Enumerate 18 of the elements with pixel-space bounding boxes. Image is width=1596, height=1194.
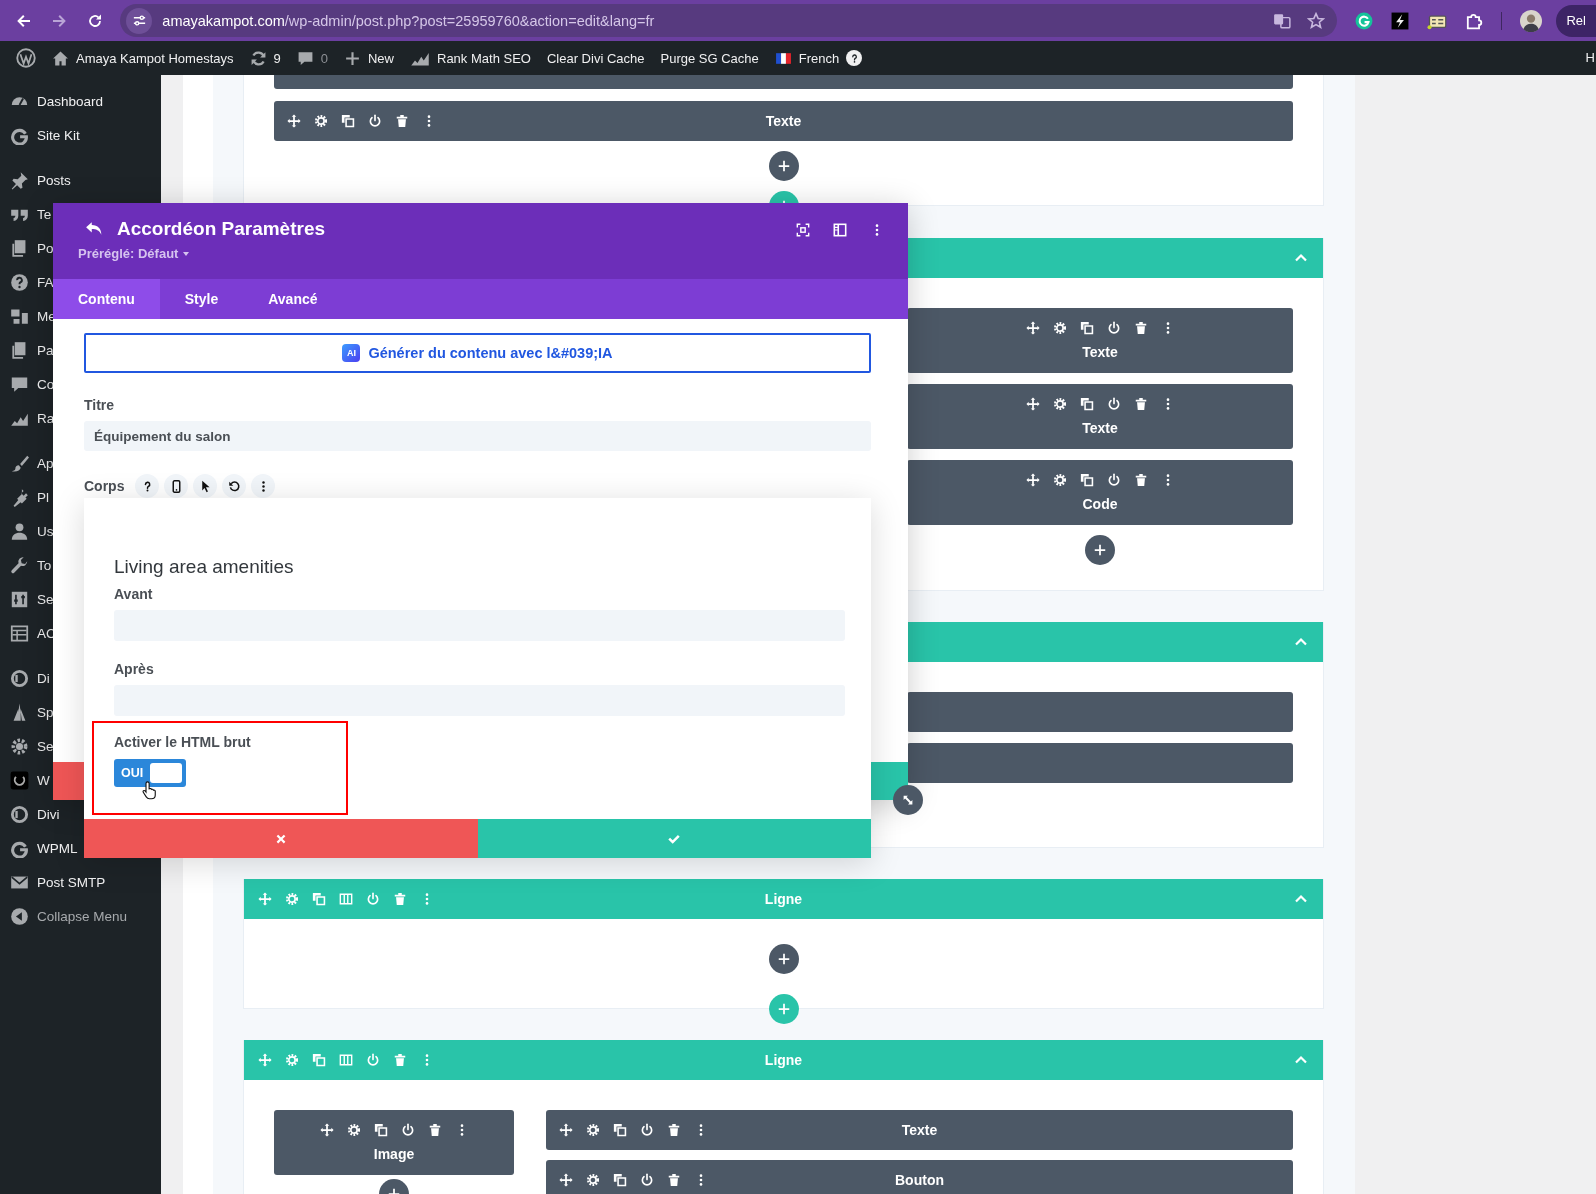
module-label: Texte [1082, 420, 1118, 436]
row-title: Ligne [764, 1052, 803, 1068]
module-label: Texte [1082, 344, 1118, 360]
module-label: Texte [901, 1122, 938, 1138]
field-label: Avant [114, 586, 154, 602]
module-label: Bouton [895, 1172, 944, 1188]
module-label: Texte [765, 113, 802, 129]
field-label: Après [114, 661, 155, 677]
url-text: amayakampot.com/wp-admin/post.php?post=25959760&action=edit&lang=fr [162, 12, 656, 29]
field-label: Titre [84, 397, 116, 413]
module-label: Code [1082, 496, 1118, 512]
row-title: Ligne [764, 891, 803, 907]
field-label: Activer le HTML brut [114, 734, 252, 750]
popup-heading: Living area amenities [114, 556, 295, 578]
modal-title: Accordéon Paramètres [117, 218, 326, 240]
module-label: Image [373, 1146, 415, 1162]
field-label: Corps [84, 478, 125, 494]
ai-badge: AI [342, 344, 361, 362]
